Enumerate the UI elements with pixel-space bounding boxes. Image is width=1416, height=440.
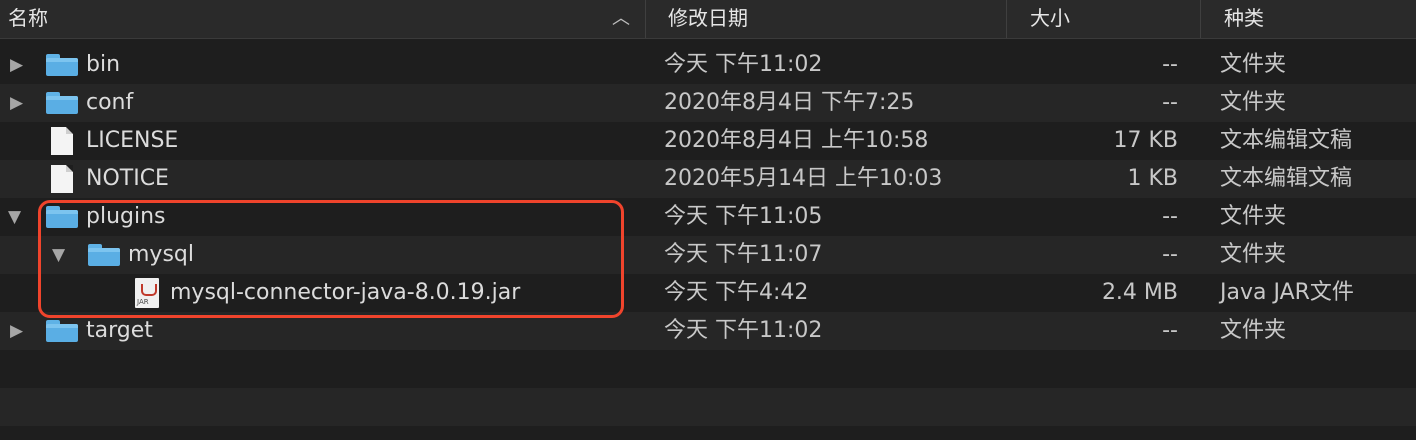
column-date-header[interactable]: 修改日期 xyxy=(668,0,748,38)
file-name: NOTICE xyxy=(86,166,169,191)
file-row[interactable]: NOTICE 2020年5月14日 上午10:03 1 KB 文本编辑文稿 xyxy=(0,160,1416,198)
column-kind-header[interactable]: 种类 xyxy=(1224,0,1264,38)
file-date: 2020年5月14日 上午10:03 xyxy=(664,166,943,191)
file-row[interactable]: ▶ conf 2020年8月4日 下午7:25 -- 文件夹 xyxy=(0,84,1416,122)
file-kind: 文件夹 xyxy=(1220,318,1287,343)
file-kind: 文件夹 xyxy=(1220,90,1287,115)
file-kind: 文件夹 xyxy=(1220,204,1287,229)
file-row[interactable]: LICENSE 2020年8月4日 上午10:58 17 KB 文本编辑文稿 xyxy=(0,122,1416,160)
sort-ascending-icon[interactable]: ︿ xyxy=(612,0,630,38)
file-size: 1 KB xyxy=(1127,166,1178,191)
file-size: 2.4 MB xyxy=(1101,280,1178,305)
folder-icon xyxy=(46,320,78,342)
disclosure-triangle-collapsed-icon[interactable]: ▶ xyxy=(10,46,23,84)
file-date: 今天 下午11:02 xyxy=(664,318,823,343)
file-kind: Java JAR文件 xyxy=(1220,280,1354,305)
column-size-header[interactable]: 大小 xyxy=(1030,0,1070,38)
column-divider[interactable] xyxy=(1006,0,1007,38)
file-name: bin xyxy=(86,52,121,77)
column-divider[interactable] xyxy=(1200,0,1201,38)
file-date: 今天 下午4:42 xyxy=(664,280,809,305)
file-kind: 文件夹 xyxy=(1220,52,1287,77)
disclosure-triangle-collapsed-icon[interactable]: ▶ xyxy=(10,84,23,122)
document-icon xyxy=(51,165,73,193)
file-kind: 文本编辑文稿 xyxy=(1220,166,1353,191)
file-size: -- xyxy=(1162,90,1178,115)
column-name-header[interactable]: 名称 xyxy=(8,0,48,38)
folder-icon xyxy=(46,54,78,76)
file-name: LICENSE xyxy=(86,128,179,153)
file-name: conf xyxy=(86,90,134,115)
file-row[interactable]: ▶ bin 今天 下午11:02 -- 文件夹 xyxy=(0,46,1416,84)
file-date: 今天 下午11:02 xyxy=(664,52,823,77)
file-date: 2020年8月4日 下午7:25 xyxy=(664,90,915,115)
file-size: 17 KB xyxy=(1113,128,1178,153)
disclosure-triangle-collapsed-icon[interactable]: ▶ xyxy=(10,312,23,350)
empty-row xyxy=(0,388,1416,426)
file-date: 2020年8月4日 上午10:58 xyxy=(664,128,929,153)
file-size: -- xyxy=(1162,52,1178,77)
file-date: 今天 下午11:05 xyxy=(664,204,823,229)
column-divider[interactable] xyxy=(645,0,646,38)
file-kind: 文件夹 xyxy=(1220,242,1287,267)
document-icon xyxy=(51,127,73,155)
folder-icon xyxy=(46,92,78,114)
file-date: 今天 下午11:07 xyxy=(664,242,823,267)
highlight-box xyxy=(38,200,624,318)
file-kind: 文本编辑文稿 xyxy=(1220,128,1353,153)
disclosure-triangle-expanded-icon[interactable]: ▼ xyxy=(8,198,21,236)
file-size: -- xyxy=(1162,318,1178,343)
column-header: 名称 ︿ 修改日期 大小 种类 xyxy=(0,0,1416,39)
file-size: -- xyxy=(1162,242,1178,267)
file-size: -- xyxy=(1162,204,1178,229)
